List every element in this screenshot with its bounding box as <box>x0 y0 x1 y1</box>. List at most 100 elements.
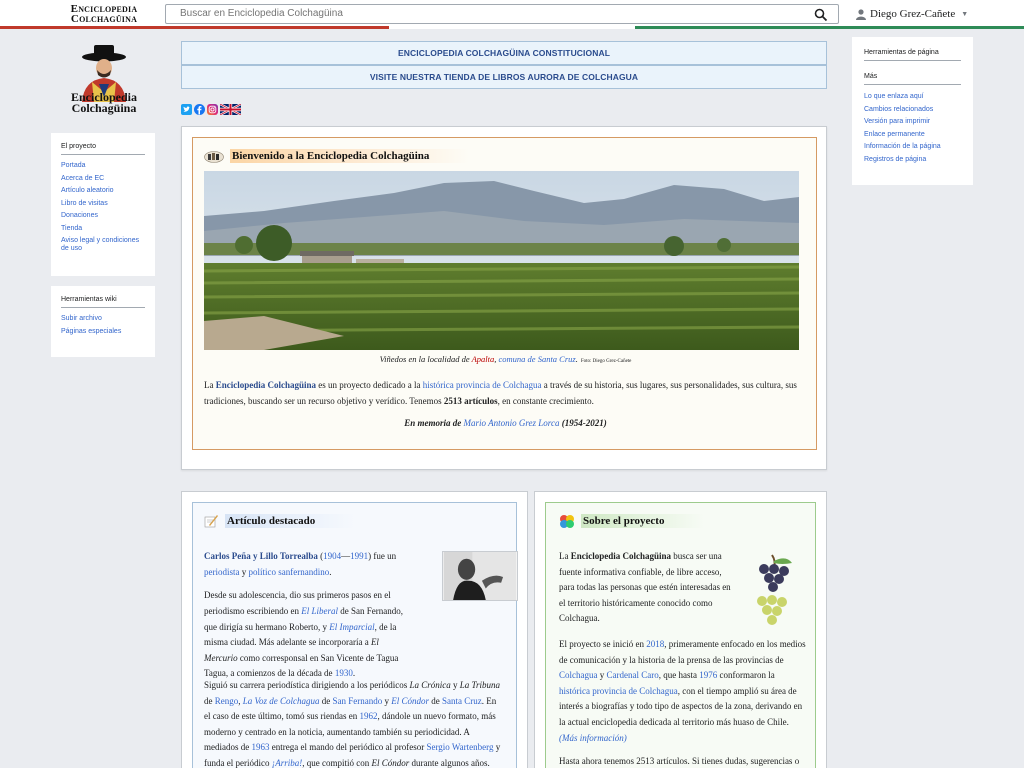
banner-tienda[interactable]: VISITE NUESTRA TIENDA DE LIBROS AURORA D… <box>181 65 827 89</box>
f-p3-b: y <box>450 680 460 690</box>
puzzle-icon <box>560 515 574 528</box>
f-p3-condor2: El Cóndor <box>371 757 410 768</box>
featured-name-link[interactable]: Carlos Peña y Lillo Torrealba <box>204 551 318 561</box>
f-p3-arriba[interactable]: ¡Arriba! <box>272 758 303 768</box>
sidebar-project-title: El proyecto <box>61 143 145 155</box>
featured-frame: Artículo destacado Carlos Peña y Lillo T… <box>192 502 518 768</box>
a-p2-2018[interactable]: 2018 <box>646 639 664 649</box>
a-p1-a: La <box>559 551 571 561</box>
page-tools-more: Más <box>864 73 961 85</box>
memoria-link[interactable]: Mario Antonio Grez Lorca <box>464 418 560 428</box>
photo-caption: Viñedos en la localidad de Apalta, comun… <box>193 354 818 364</box>
f-p3-1962[interactable]: 1962 <box>359 711 377 721</box>
user-name: Diego Grez-Cañete <box>870 8 956 20</box>
tool-item-enlaza[interactable]: Lo que enlaza aquí <box>864 93 961 101</box>
f-p1-dash: — <box>341 551 351 561</box>
featured-text-top: Carlos Peña y Lillo Torrealba (1904—1991… <box>204 549 412 690</box>
featured-p3: Siguió su carrera periodística dirigiend… <box>204 678 504 768</box>
f-p3-santa-cruz[interactable]: Santa Cruz <box>442 696 482 706</box>
intro-end: , en constante crecimiento. <box>497 396 594 406</box>
user-menu[interactable]: Diego Grez-Cañete ▼ <box>856 8 968 20</box>
quill-icon <box>204 515 218 528</box>
f-p3-wartenberg[interactable]: Sergio Wartenberg <box>426 742 493 752</box>
f-p3-cronica: La Crónica <box>409 680 451 690</box>
a-p2-provincia[interactable]: histórica provincia de Colchagua <box>559 686 678 696</box>
intro-bold: Enciclopedia Colchagüina <box>215 380 317 390</box>
f-p3-san-fernando[interactable]: San Fernando <box>333 696 383 706</box>
uk-flag-icon[interactable] <box>220 104 241 115</box>
portrait-photo <box>442 551 518 601</box>
about-project-box: Sobre el proyecto La Enciclopedia Colcha… <box>534 491 827 768</box>
a-p2-c: y <box>597 670 607 681</box>
f-p2-1930[interactable]: 1930 <box>335 668 353 678</box>
a-p2-cardenal-caro[interactable]: Cardenal Caro <box>607 670 659 680</box>
sidebar-item-visitas[interactable]: Libro de visitas <box>61 200 145 208</box>
f-p2-el-liberal[interactable]: El Liberal <box>301 606 338 616</box>
search-icon[interactable] <box>814 8 828 22</box>
f-p3-1963[interactable]: 1963 <box>252 742 270 752</box>
intro-link-provincia[interactable]: histórica provincia de Colchagua <box>423 380 542 390</box>
featured-article-box: Artículo destacado Carlos Peña y Lillo T… <box>181 491 528 768</box>
social-icons <box>181 104 241 115</box>
logo-title[interactable]: Enciclopedia Colchagüina <box>62 91 146 114</box>
featured-text-bottom: Siguió su carrera periodística dirigiend… <box>204 678 504 768</box>
sidebar-item-acerca[interactable]: Acerca de EC <box>61 175 145 183</box>
f-p1-y2[interactable]: 1991 <box>350 551 368 561</box>
sidebar-item-portada[interactable]: Portada <box>61 162 145 170</box>
banner-constitucional[interactable]: ENCICLOPEDIA COLCHAGÜINA CONSTITUCIONAL <box>181 41 827 65</box>
page-tools-title: Herramientas de página <box>864 49 961 61</box>
f-p3-voz[interactable]: La Voz de Colchagua <box>243 696 320 706</box>
f-p2-el-imparcial[interactable]: El Imparcial <box>329 622 374 632</box>
search-box[interactable] <box>165 4 839 24</box>
f-p1-close: ) fue un <box>368 551 397 561</box>
tool-item-permanente[interactable]: Enlace permanente <box>864 131 961 139</box>
sidebar-item-especiales[interactable]: Páginas especiales <box>61 328 145 336</box>
intro-mid: es un proyecto dedicado a la <box>316 380 423 390</box>
sidebar-item-aleatorio[interactable]: Artículo aleatorio <box>61 187 145 195</box>
caption-pre: Viñedos en la localidad de <box>379 354 472 364</box>
about-frame: Sobre el proyecto La Enciclopedia Colcha… <box>545 502 816 768</box>
caption-link-apalta[interactable]: Apalta <box>472 354 495 364</box>
tool-item-registros[interactable]: Registros de página <box>864 156 961 164</box>
facebook-icon[interactable] <box>194 104 205 115</box>
twitter-icon[interactable] <box>181 104 192 115</box>
memoria-pre: En memoria de <box>404 418 464 428</box>
intro-pre: La <box>204 380 216 390</box>
f-p1-y1[interactable]: 1904 <box>323 551 341 561</box>
tool-item-cambios[interactable]: Cambios relacionados <box>864 106 961 114</box>
welcome-intro: La Enciclopedia Colchagüina es un proyec… <box>204 377 804 409</box>
a-p2-colchagua[interactable]: Colchagua <box>559 670 598 680</box>
tool-item-imprimir[interactable]: Versión para imprimir <box>864 118 961 126</box>
sidebar-item-donaciones[interactable]: Donaciones <box>61 212 145 220</box>
f-p2-e: . <box>352 668 356 679</box>
sidebar-tools: Herramientas wiki Subir archivo Páginas … <box>51 286 155 357</box>
caption-link-santa-cruz[interactable]: comuna de Santa Cruz <box>499 354 576 364</box>
a-p1-b: busca ser una fuente informativa confiab… <box>559 551 731 624</box>
search-input[interactable] <box>180 8 800 19</box>
f-p3-condor[interactable]: El Cóndor <box>391 696 429 706</box>
about-title: Sobre el proyecto <box>581 514 705 528</box>
f-p3-tribuna: La Tribuna <box>459 680 500 690</box>
f-p1-politico[interactable]: político sanfernandino <box>249 567 330 577</box>
f-p1-periodista[interactable]: periodista <box>204 567 240 577</box>
memoria-post: (1954-2021) <box>559 418 607 428</box>
about-p2: El proyecto se inició en 2018, primerame… <box>559 637 807 746</box>
tool-item-informacion[interactable]: Información de la página <box>864 143 961 151</box>
f-p3-n: durante algunos años. <box>409 757 490 768</box>
page-tools-sidebar: Herramientas de página Más Lo que enlaza… <box>852 37 973 185</box>
featured-p1: Carlos Peña y Lillo Torrealba (1904—1991… <box>204 549 412 580</box>
sidebar-item-subir[interactable]: Subir archivo <box>61 315 145 323</box>
f-p3-rengo[interactable]: Rengo <box>215 696 239 706</box>
a-p2-e: conformaron la <box>717 670 775 681</box>
sidebar-item-aviso-legal[interactable]: Aviso legal y condiciones de uso <box>61 237 145 253</box>
sidebar-project: El proyecto Portada Acerca de EC Artícul… <box>51 133 155 276</box>
a-p2-1976[interactable]: 1976 <box>699 670 717 680</box>
wordmark-line2: Colchagüina <box>70 13 138 25</box>
welcome-header: Bienvenido a la Enciclopedia Colchagüina <box>204 149 470 163</box>
f-p3-c: de <box>204 695 215 706</box>
sidebar-tools-title: Herramientas wiki <box>61 296 145 308</box>
site-wordmark[interactable]: Enciclopedia Colchagüina <box>66 4 142 25</box>
sidebar-item-tienda[interactable]: Tienda <box>61 225 145 233</box>
instagram-icon[interactable] <box>207 104 218 115</box>
a-p2-mas-info[interactable]: (Más información) <box>559 733 627 743</box>
